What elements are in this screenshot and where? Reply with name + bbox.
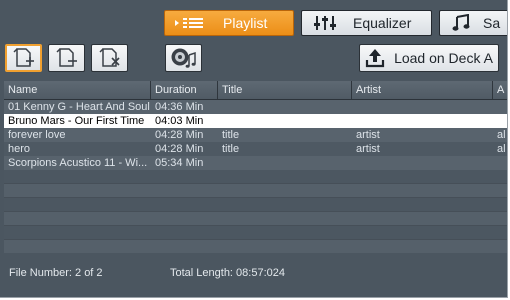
playlist-icon [175,18,203,28]
file-number-status: File Number: 2 of 2 [9,267,103,279]
remove-file-icon [55,48,77,67]
music-note-icon [452,14,470,31]
cell-artist [352,156,493,170]
tab-playlist[interactable]: Playlist [164,10,294,36]
table-row[interactable]: Scorpions Acustico 11 - Wi... 05:34 Min [4,156,507,170]
cell-album: al [497,143,506,155]
cell-album: al [497,129,506,141]
empty-row [4,212,507,226]
empty-row [4,226,507,240]
empty-row [4,184,507,198]
cell-title: title [222,129,240,141]
table-row[interactable]: forever love 04:28 Min title artist al [4,128,507,142]
cell-artist: artist [356,129,380,141]
clear-file-button[interactable] [91,44,128,72]
tab-sampler-label: Sa [483,15,501,31]
upload-icon [365,49,385,68]
cell-name: forever love [8,129,66,141]
cell-album [493,114,507,128]
cell-artist [352,114,493,128]
table-row-selected[interactable]: Bruno Mars - Our First Time 04:03 Min [4,114,507,128]
cell-album [493,100,507,114]
disc-music-button[interactable] [165,44,202,72]
remove-file-button[interactable] [48,44,85,72]
cell-duration: 04:03 Min [155,115,204,127]
empty-row [4,198,507,212]
tab-sampler[interactable]: Sa [439,10,507,36]
cell-duration: 05:34 Min [155,157,204,169]
empty-row [4,240,507,253]
clear-file-icon [98,48,120,67]
add-file-button[interactable] [5,44,42,72]
cell-title [218,114,352,128]
table-header: Name Duration Title Artist A [4,81,507,100]
cell-artist: artist [356,143,380,155]
cell-duration: 04:36 Min [155,101,204,113]
column-header-name[interactable]: Name [4,81,151,99]
cell-album [493,156,507,170]
load-on-deck-button[interactable]: Load on Deck A [359,44,499,72]
cell-title [218,100,352,114]
empty-row [4,170,507,184]
column-header-duration[interactable]: Duration [151,81,218,99]
cell-title [218,156,352,170]
playlist-table: Name Duration Title Artist A 01 Kenny G … [4,81,507,253]
playlist-window: Playlist Equalizer Sa Load on Deck A Nam… [0,0,508,298]
equalizer-icon [314,16,336,30]
cell-name: Scorpions Acustico 11 - Wi... [8,157,148,169]
cell-name: Bruno Mars - Our First Time [8,115,145,127]
table-row[interactable]: 01 Kenny G - Heart And Soul 04:36 Min [4,100,507,114]
tab-equalizer[interactable]: Equalizer [301,10,432,36]
column-header-artist[interactable]: Artist [352,81,493,99]
table-row[interactable]: hero 04:28 Min title artist al [4,142,507,156]
cell-title: title [222,143,240,155]
add-file-icon [12,48,34,67]
cell-duration: 04:28 Min [155,143,204,155]
load-on-deck-label: Load on Deck A [394,50,493,66]
total-length-status: Total Length: 08:57:024 [170,267,285,279]
tab-equalizer-label: Equalizer [353,15,412,31]
cell-duration: 04:28 Min [155,129,204,141]
cell-name: hero [8,143,31,155]
tab-playlist-label: Playlist [223,15,268,31]
cell-name: 01 Kenny G - Heart And Soul [8,101,150,113]
column-header-title[interactable]: Title [218,81,352,99]
cell-artist [352,100,493,114]
column-header-album[interactable]: A [493,81,507,99]
disc-music-icon [171,48,196,68]
